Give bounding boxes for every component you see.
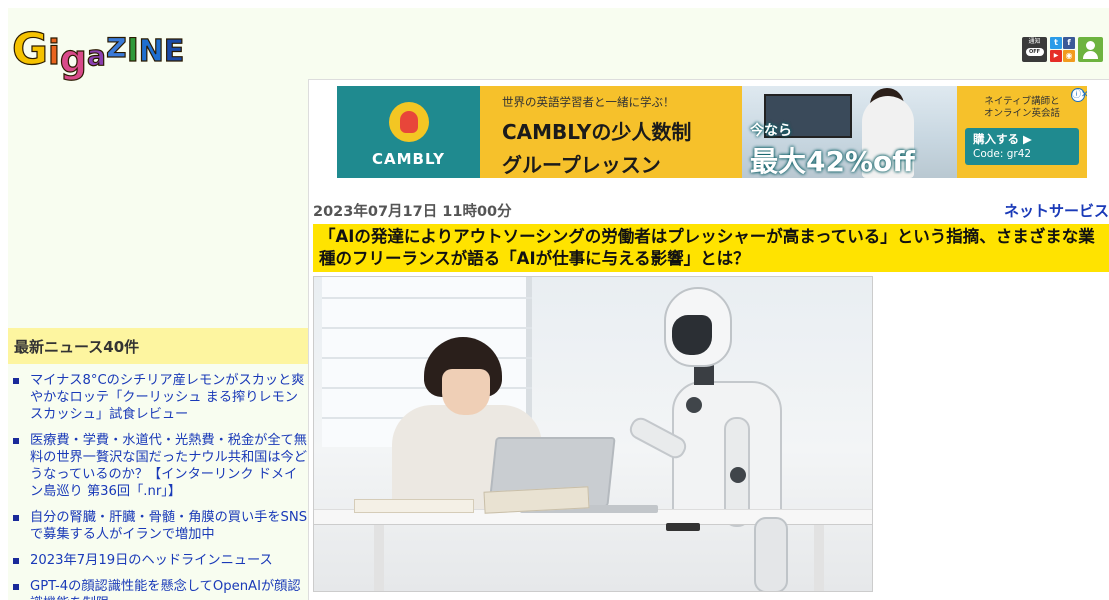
list-item: マイナス8°Cのシチリア産レモンがスカッと爽やかなロッテ「クーリッシュ まる搾り… <box>13 372 308 423</box>
logo-letter: G <box>11 24 49 75</box>
page: GigazINE 通知 OFF t f ▶ ◉ 最新ニュース40件 マイナス8°… <box>8 8 1109 600</box>
logo-letter: I <box>126 31 139 69</box>
blind-slat <box>322 297 532 299</box>
ad-headline-2: グループレッスン <box>502 153 661 177</box>
news-link[interactable]: GPT-4の顔認識性能を懸念してOpenAIが顔認識機能を制限 <box>30 579 301 600</box>
logo-letter: z <box>105 25 127 66</box>
adchoices-icon[interactable]: ⓘ✕ <box>1071 88 1087 102</box>
blind-slat <box>322 327 532 329</box>
robot-neck <box>694 365 714 385</box>
ad-banner[interactable]: CAMBLY 世界の英語学習者と一緒に学ぶ！ CAMBLYの少人数制 グループレ… <box>337 86 1087 178</box>
logo-letter: g <box>59 37 87 81</box>
desk-leg <box>814 525 824 591</box>
ad-photo: 今なら 最大42%off <box>742 86 957 178</box>
news-link[interactable]: 2023年7月19日のヘッドラインニュース <box>30 553 273 568</box>
news-link[interactable]: マイナス8°Cのシチリア産レモンがスカッと爽やかなロッテ「クーリッシュ まる搾り… <box>30 373 305 422</box>
list-item: 自分の腎臓・肝臓・骨髄・角膜の買い手をSNSで募集する人がイランで増加中 <box>13 509 308 543</box>
robot-joint <box>730 467 746 483</box>
user-icon[interactable] <box>1078 37 1103 62</box>
ad-headline-1: CAMBLYの少人数制 <box>502 120 692 144</box>
ad-promo: 今なら 最大42%off <box>750 120 915 178</box>
gigazine-logo[interactable]: GigazINE <box>11 10 185 81</box>
notify-toggle[interactable]: OFF <box>1025 47 1044 56</box>
ad-copy: 世界の英語学習者と一緒に学ぶ！ CAMBLYの少人数制 グループレッスン <box>480 86 742 178</box>
sidebar: 最新ニュース40件 マイナス8°Cのシチリア産レモンがスカッと爽やかなロッテ「ク… <box>8 328 308 600</box>
article-title: 「AIの発達によりアウトソーシングの労働者はプレッシャーが高まっている」という指… <box>313 224 1109 272</box>
ad-promo-big: 最大42%off <box>750 145 915 178</box>
ad-logo-panel: CAMBLY <box>337 86 480 178</box>
list-item: 2023年7月19日のヘッドラインニュース <box>13 552 308 569</box>
youtube-icon[interactable]: ▶ <box>1050 50 1062 62</box>
logo-letter: a <box>86 39 106 72</box>
latest-news-heading: 最新ニュース40件 <box>8 328 308 364</box>
notify-icon[interactable]: 通知 OFF <box>1022 37 1047 62</box>
ad-cta-text: ネイティブ講師と オンライン英会話 <box>983 96 1060 119</box>
latest-news-list: マイナス8°Cのシチリア産レモンがスカッと爽やかなロッテ「クーリッシュ まる搾り… <box>8 364 308 600</box>
logo-letter: N <box>138 34 164 69</box>
header-icons: 通知 OFF t f ▶ ◉ <box>1022 37 1103 62</box>
ad-tagline: 世界の英語学習者と一緒に学ぶ！ <box>502 95 675 109</box>
notify-label: 通知 <box>1028 38 1041 45</box>
article-date: 2023年07月17日 11時00分 <box>313 204 512 220</box>
book <box>354 499 474 513</box>
list-item: 医療費・学費・水道代・光熱費・税金が全て無料の世界一贅沢な国だったナウル共和国は… <box>13 432 308 500</box>
ad-cta: ネイティブ講師と オンライン英会話 購入する ▶ Code: gr42 ⓘ✕ <box>957 86 1087 178</box>
rss-icon[interactable]: ◉ <box>1063 50 1075 62</box>
robot-face <box>672 315 712 355</box>
phone <box>666 523 700 531</box>
twitter-icon[interactable]: t <box>1050 37 1062 49</box>
student-face <box>442 369 490 415</box>
news-link[interactable]: 自分の腎臓・肝臓・骨髄・角膜の買い手をSNSで募集する人がイランで増加中 <box>30 510 307 542</box>
facebook-icon[interactable]: f <box>1063 37 1075 49</box>
cambly-bird-icon <box>389 102 429 142</box>
logo-letter: E <box>163 34 185 69</box>
desk-leg <box>374 525 384 591</box>
social-icons: t f ▶ ◉ <box>1050 37 1075 62</box>
article-hero-image <box>313 276 873 592</box>
article-category-link[interactable]: ネットサービス <box>1004 200 1109 221</box>
ad-buy-label: 購入する ▶ <box>973 132 1032 146</box>
main-content: CAMBLY 世界の英語学習者と一緒に学ぶ！ CAMBLYの少人数制 グループレ… <box>308 79 1109 600</box>
news-link[interactable]: 医療費・学費・水道代・光熱費・税金が全て無料の世界一贅沢な国だったナウル共和国は… <box>30 433 307 499</box>
ad-code: Code: gr42 <box>973 148 1032 160</box>
logo-letter: i <box>48 33 61 73</box>
robot-joint <box>686 397 702 413</box>
ad-promo-small: 今なら <box>750 123 792 139</box>
robot-leg <box>754 517 788 591</box>
ad-brand: CAMBLY <box>371 150 446 168</box>
list-item: GPT-4の顔認識性能を懸念してOpenAIが顔認識機能を制限 <box>13 578 308 600</box>
ad-buy-button[interactable]: 購入する ▶ Code: gr42 <box>965 128 1079 165</box>
